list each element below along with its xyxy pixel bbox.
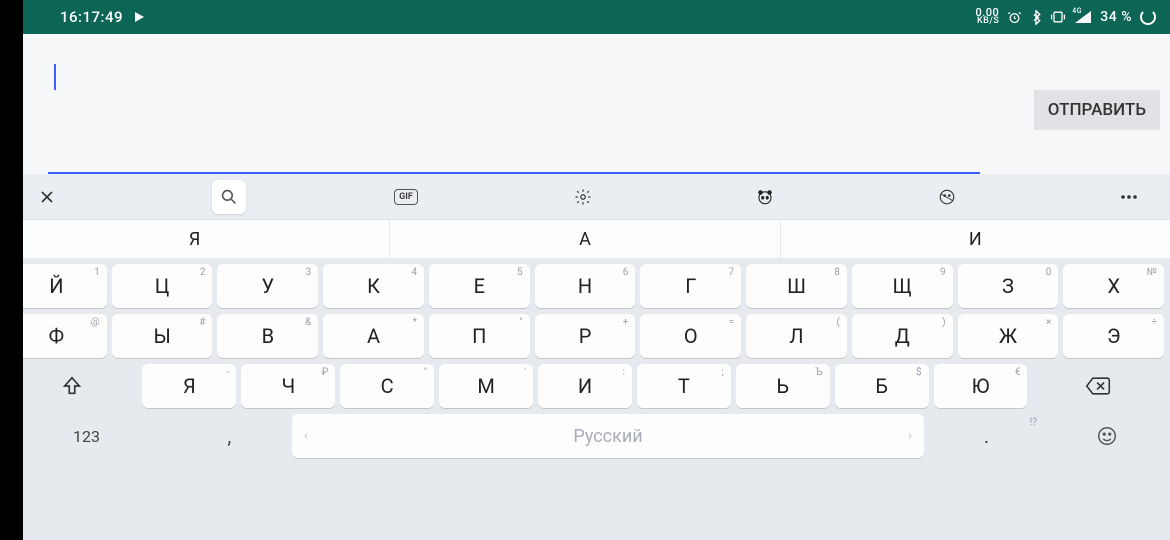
bluetooth-icon [1030,10,1042,25]
letter-key[interactable]: А* [323,314,424,358]
suggestion-item[interactable]: А [390,220,780,258]
search-icon[interactable] [212,180,246,214]
alarm-icon [1007,10,1022,25]
chevron-right-icon: › [908,428,912,444]
letter-key[interactable]: З0 [958,264,1059,308]
chevron-left-icon: ‹ [304,428,308,444]
letter-key[interactable]: Я- [142,364,236,408]
letter-key[interactable]: Ц2 [112,264,213,308]
emoji-key[interactable] [1049,414,1164,458]
letter-key[interactable]: Ч₽ [241,364,335,408]
camera-notch-bar [0,0,23,540]
incognito-icon[interactable] [930,180,964,214]
close-icon[interactable] [30,180,64,214]
message-input[interactable] [48,46,1026,174]
status-left: 16:17:49 [60,8,145,26]
space-key[interactable]: ‹ Русский › [292,414,924,458]
gif-icon[interactable]: GIF [394,189,418,205]
keyboard-row-2: Ф@Ы#В&А*П"Р+О=Л(Д)Ж×Э÷ [6,314,1164,358]
letter-key[interactable]: Ж× [958,314,1059,358]
letter-key[interactable]: Д) [852,314,953,358]
screen: 16:17:49 0.00 KB/S 4G 34 % [0,0,1170,540]
shift-key[interactable] [6,364,137,408]
vibrate-icon [1050,10,1066,24]
letter-key[interactable]: Х№ [1063,264,1164,308]
suggestion-item[interactable]: И [781,220,1170,258]
letter-key[interactable]: Э÷ [1063,314,1164,358]
comma-key[interactable]: , [172,414,287,458]
letter-key[interactable]: В& [217,314,318,358]
letter-key[interactable]: Б$ [835,364,929,408]
suggestion-row: Я А И [0,220,1170,258]
letter-key[interactable]: С" [340,364,434,408]
status-bar: 16:17:49 0.00 KB/S 4G 34 % [0,0,1170,34]
letter-key[interactable]: Ш8 [746,264,847,308]
letter-key[interactable]: Р+ [535,314,636,358]
signal-icon: 4G [1074,10,1092,24]
letter-key[interactable]: ЬЪ [736,364,830,408]
status-time: 16:17:49 [60,8,123,26]
play-icon [133,11,145,23]
panda-icon[interactable] [748,180,782,214]
battery-percent: 34 % [1100,9,1132,25]
text-underline [48,172,980,174]
letter-key[interactable]: П" [429,314,530,358]
loading-spinner-icon [1140,9,1156,25]
letter-key[interactable]: Л( [746,314,847,358]
letter-key[interactable]: Щ9 [852,264,953,308]
more-icon[interactable] [1112,180,1146,214]
keyboard-row-4: 123 , ‹ Русский › !? . [6,414,1164,458]
letter-key[interactable]: О= [640,314,741,358]
letter-key[interactable]: Ы# [112,314,213,358]
letter-key[interactable]: М' [439,364,533,408]
period-key[interactable]: !? . [929,414,1044,458]
letter-key[interactable]: Н6 [535,264,636,308]
letter-key[interactable]: Ю€ [934,364,1028,408]
compose-area: ОТПРАВИТЬ [0,34,1170,174]
numeric-key[interactable]: 123 [6,414,167,458]
keyboard-row-1: Й1Ц2У3К4Е5Н6Г7Ш8Щ9З0Х№ [6,264,1164,308]
keyboard-toolbar: GIF [0,174,1170,220]
letter-key[interactable]: Е5 [429,264,530,308]
send-button[interactable]: ОТПРАВИТЬ [1034,90,1160,130]
text-cursor [54,64,56,90]
status-data-speed: 0.00 KB/S [975,8,999,26]
settings-icon[interactable] [566,180,600,214]
letter-key[interactable]: К4 [323,264,424,308]
letter-key[interactable]: У3 [217,264,318,308]
keyboard: Й1Ц2У3К4Е5Н6Г7Ш8Щ9З0Х№ Ф@Ы#В&А*П"Р+О=Л(Д… [0,258,1170,540]
letter-key[interactable]: И: [538,364,632,408]
letter-key[interactable]: Т; [637,364,731,408]
keyboard-row-3: Я-Ч₽С"М'И:Т;ЬЪБ$Ю€ [6,364,1164,408]
status-right: 0.00 KB/S 4G 34 % [975,8,1156,26]
suggestion-item[interactable]: Я [0,220,390,258]
letter-key[interactable]: Г7 [640,264,741,308]
backspace-key[interactable] [1032,364,1163,408]
text-field-wrap[interactable] [48,46,1026,174]
